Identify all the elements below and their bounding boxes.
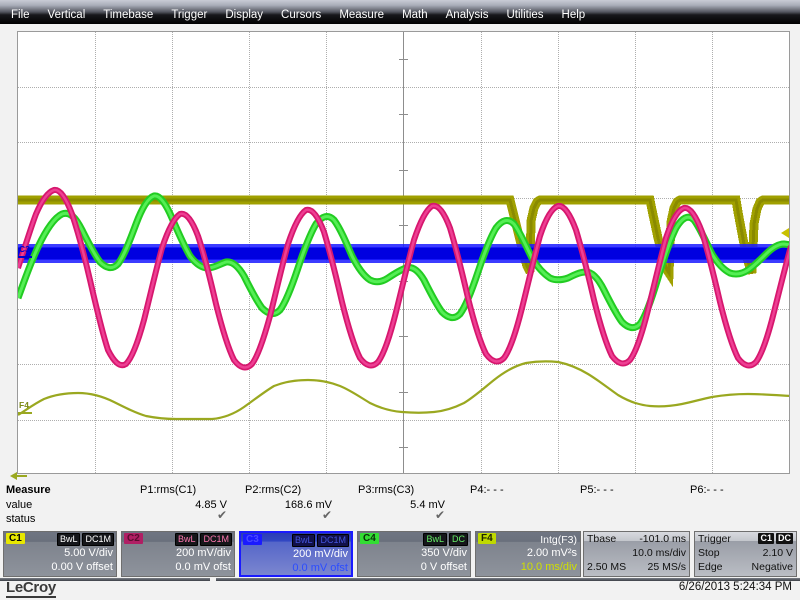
trigger-source-pill[interactable]: C1 xyxy=(758,533,774,544)
descriptor-c2-voltsdiv: 200 mV/div xyxy=(175,547,231,559)
trigger-pills: C1 DC xyxy=(758,533,793,544)
descriptor-c4-flags: BwL DC xyxy=(423,533,468,546)
descriptor-c2-offset: 0.0 mV ofst xyxy=(175,561,231,573)
descriptor-f4-function: Intg(F3) xyxy=(540,534,577,546)
menu-item-trigger[interactable]: Trigger xyxy=(162,9,216,24)
measure-status-p1: ✔ xyxy=(216,508,227,522)
measure-table: Measure P1:rms(C1) P2:rms(C2) P3:rms(C3)… xyxy=(0,484,800,528)
menu-item-vertical[interactable]: Vertical xyxy=(39,9,95,24)
menu-bar: File Vertical Timebase Trigger Display C… xyxy=(0,0,800,24)
descriptor-c3-tag[interactable]: C3 xyxy=(243,534,262,545)
descriptor-c4-tag[interactable]: C4 xyxy=(360,533,379,544)
descriptor-c1-flags: BwL DC1M xyxy=(56,533,114,546)
trace-c2 xyxy=(18,186,789,371)
descriptor-c3-flag-coupling[interactable]: DC1M xyxy=(317,534,349,547)
descriptor-c1-voltsdiv: 5.00 V/div xyxy=(64,547,113,559)
descriptor-c1[interactable]: C1 BwL DC1M 5.00 V/div 0.00 V offset xyxy=(3,531,117,577)
trigger-state: Stop xyxy=(698,547,720,559)
trigger-label: Trigger xyxy=(698,533,731,545)
trigger-delay-stem xyxy=(17,475,27,477)
timebase-sample-rate: 25 MS/s xyxy=(647,561,686,573)
measure-col-p5-name[interactable]: P5:- - - xyxy=(580,484,684,496)
menu-item-timebase[interactable]: Timebase xyxy=(94,9,162,24)
trigger-box[interactable]: Trigger C1 DC Stop 2.10 V Edge Negative xyxy=(694,531,797,577)
waveform-graticule[interactable]: C3 F4 xyxy=(17,31,790,474)
channel-marker-f4[interactable]: F4 xyxy=(18,401,30,410)
descriptor-c3[interactable]: C3 BwL DC1M 200 mV/div 0.0 mV ofst xyxy=(239,531,353,577)
timebase-memory: 2.50 MS xyxy=(587,561,627,573)
channel-marker-c3-line xyxy=(18,256,32,258)
timebase-label: Tbase xyxy=(587,533,617,545)
channel-marker-f4-line xyxy=(18,412,32,414)
menu-item-measure[interactable]: Measure xyxy=(330,9,393,24)
menu-item-help[interactable]: Help xyxy=(553,9,595,24)
trace-c3 xyxy=(18,244,789,263)
menu-item-display[interactable]: Display xyxy=(216,9,272,24)
descriptor-f4-scale: 2.00 mV²s xyxy=(526,547,577,559)
trace-f4 xyxy=(18,360,789,421)
footer-bar: LeCroy 6/26/2013 5:24:34 PM xyxy=(0,578,800,600)
descriptor-c2[interactable]: C2 BwL DC1M 200 mV/div 0.0 mV ofst xyxy=(121,531,235,577)
trigger-level: 2.10 V xyxy=(762,547,793,559)
descriptor-c1-offset: 0.00 V offset xyxy=(51,561,113,573)
measure-col-p1-name[interactable]: P1:rms(C1) xyxy=(140,484,244,496)
measure-col-p2-name[interactable]: P2:rms(C2) xyxy=(245,484,349,496)
measure-header-row: Measure P1:rms(C1) P2:rms(C2) P3:rms(C3)… xyxy=(0,484,800,498)
menu-item-cursors[interactable]: Cursors xyxy=(272,9,330,24)
descriptor-f4[interactable]: F4 Intg(F3) 2.00 mV²s 10.0 ms/div xyxy=(475,531,581,577)
descriptor-c3-offset: 0.0 mV ofst xyxy=(292,562,348,574)
measure-status-p3: ✔ xyxy=(434,508,445,522)
descriptor-c1-tag[interactable]: C1 xyxy=(6,533,25,544)
trigger-coupling-pill[interactable]: DC xyxy=(776,533,793,544)
measure-col-p4-name[interactable]: P4:- - - xyxy=(470,484,574,496)
timestamp: 6/26/2013 5:24:34 PM xyxy=(678,581,792,593)
descriptor-c2-flag-bwl[interactable]: BwL xyxy=(174,533,199,546)
channel-marker-c3[interactable]: C3 xyxy=(18,245,31,254)
trigger-delay-arrow[interactable] xyxy=(10,472,17,480)
descriptor-c1-flag-bwl[interactable]: BwL xyxy=(56,533,81,546)
trigger-type: Edge xyxy=(698,561,723,573)
trigger-slope: Negative xyxy=(751,561,793,573)
menu-item-file[interactable]: File xyxy=(0,9,39,24)
measure-status-row: status ✔ ✔ ✔ xyxy=(0,508,800,527)
measure-col-p6-name[interactable]: P6:- - - xyxy=(690,484,794,496)
measure-title: Measure xyxy=(6,484,51,496)
waveform-traces xyxy=(18,186,789,421)
descriptor-c1-flag-coupling[interactable]: DC1M xyxy=(82,533,114,546)
menu-item-analysis[interactable]: Analysis xyxy=(437,9,498,24)
descriptor-f4-timebase: 10.0 ms/div xyxy=(520,561,577,573)
descriptor-c2-flag-coupling[interactable]: DC1M xyxy=(200,533,232,546)
descriptor-f4-tag[interactable]: F4 xyxy=(478,533,496,544)
measure-value-label: value xyxy=(6,499,33,511)
descriptor-c4-flag-coupling[interactable]: DC xyxy=(449,533,468,546)
measure-col-p3-name[interactable]: P3:rms(C3) xyxy=(358,484,462,496)
descriptor-c2-tag[interactable]: C2 xyxy=(124,533,143,544)
menu-item-math[interactable]: Math xyxy=(393,9,437,24)
descriptor-c2-flags: BwL DC1M xyxy=(174,533,232,546)
descriptor-c3-flags: BwL DC1M xyxy=(291,534,349,547)
lecroy-logo: LeCroy xyxy=(6,579,56,598)
menu-item-utilities[interactable]: Utilities xyxy=(497,9,552,24)
trigger-level-arrow[interactable] xyxy=(781,228,789,238)
timebase-delay: -101.0 ms xyxy=(639,533,686,545)
descriptor-c4-flag-bwl[interactable]: BwL xyxy=(423,533,447,546)
descriptor-c3-voltsdiv: 200 mV/div xyxy=(292,548,348,560)
descriptor-c4-voltsdiv: 350 V/div xyxy=(421,547,467,559)
descriptor-c4[interactable]: C4 BwL DC 350 V/div 0 V offset xyxy=(357,531,471,577)
measure-status-p2: ✔ xyxy=(321,508,332,522)
descriptor-c3-flag-bwl[interactable]: BwL xyxy=(291,534,316,547)
measure-status-label: status xyxy=(6,513,36,525)
oscilloscope-app: File Vertical Timebase Trigger Display C… xyxy=(0,0,800,600)
timebase-scale: 10.0 ms/div xyxy=(632,547,686,559)
descriptor-c4-offset: 0 V offset xyxy=(420,561,467,573)
timebase-box[interactable]: Tbase -101.0 ms 10.0 ms/div 2.50 MS 25 M… xyxy=(583,531,690,577)
